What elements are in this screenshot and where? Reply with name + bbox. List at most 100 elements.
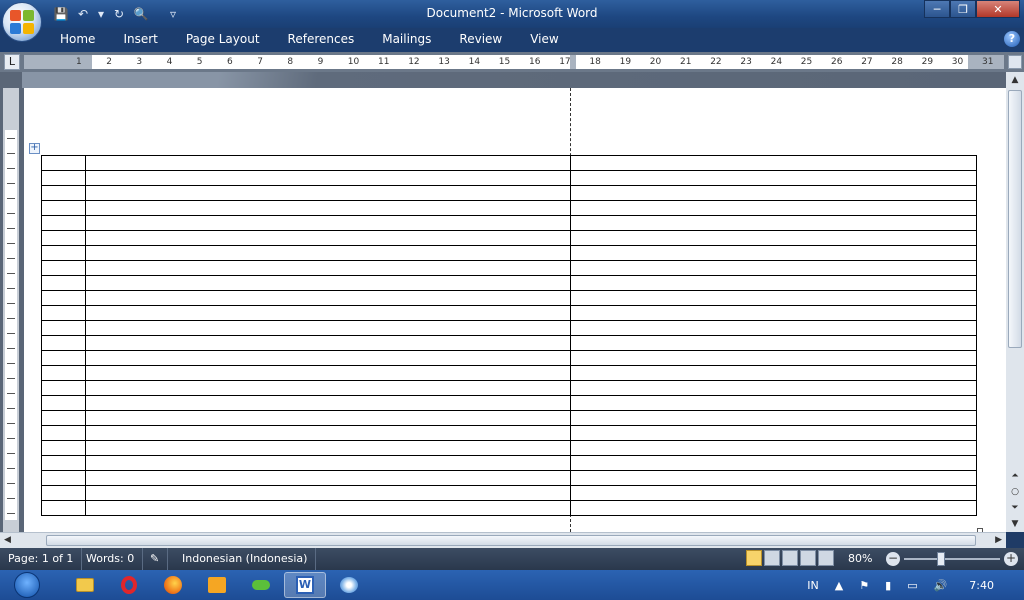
table-cell[interactable]	[570, 350, 977, 366]
media-player-icon[interactable]	[196, 572, 238, 598]
scroll-left-icon[interactable]: ◀	[4, 535, 11, 545]
table-cell[interactable]	[570, 320, 977, 336]
language-indicator[interactable]: Indonesian (Indonesia)	[174, 548, 317, 570]
table-cell[interactable]	[41, 395, 86, 411]
table-cell[interactable]	[85, 485, 571, 501]
close-button[interactable]: ✕	[976, 0, 1020, 18]
paint-icon[interactable]	[328, 572, 370, 598]
firefox-icon[interactable]	[152, 572, 194, 598]
print-layout-view-button[interactable]	[746, 550, 762, 566]
table-cell[interactable]	[85, 200, 571, 216]
table-cell[interactable]	[570, 395, 977, 411]
document-table[interactable]	[41, 155, 977, 516]
table-cell[interactable]	[570, 470, 977, 486]
table-cell[interactable]	[41, 380, 86, 396]
zoom-level[interactable]: 80%	[848, 548, 872, 570]
minimize-button[interactable]: ─	[924, 0, 950, 18]
zoom-in-button[interactable]: +	[1004, 552, 1018, 566]
table-cell[interactable]	[41, 485, 86, 501]
table-cell[interactable]	[85, 155, 571, 171]
clock[interactable]: 7:40	[955, 579, 1024, 592]
table-cell[interactable]	[570, 275, 977, 291]
tab-home[interactable]: Home	[46, 28, 109, 52]
table-cell[interactable]	[41, 185, 86, 201]
table-cell[interactable]	[570, 185, 977, 201]
table-cell[interactable]	[85, 440, 571, 456]
tab-review[interactable]: Review	[445, 28, 516, 52]
scroll-right-icon[interactable]: ▶	[995, 535, 1002, 545]
zoom-slider-thumb[interactable]	[937, 552, 946, 566]
table-cell[interactable]	[85, 290, 571, 306]
table-cell[interactable]	[85, 365, 571, 381]
table-cell[interactable]	[85, 320, 571, 336]
tab-page-layout[interactable]: Page Layout	[172, 28, 274, 52]
table-cell[interactable]	[85, 245, 571, 261]
table-cell[interactable]	[570, 290, 977, 306]
tab-insert[interactable]: Insert	[109, 28, 171, 52]
table-cell[interactable]	[85, 500, 571, 516]
browse-object-icon[interactable]: ○	[1009, 486, 1021, 498]
help-button[interactable]: ?	[1004, 31, 1020, 47]
document-page[interactable]: +	[24, 88, 1006, 534]
action-center-flag-icon[interactable]: ⚑	[851, 579, 877, 592]
network-status-icon[interactable]: ▭	[899, 579, 925, 592]
table-cell[interactable]	[41, 260, 86, 276]
table-cell[interactable]	[570, 440, 977, 456]
table-cell[interactable]	[41, 335, 86, 351]
table-cell[interactable]	[85, 425, 571, 441]
table-cell[interactable]	[85, 305, 571, 321]
table-cell[interactable]	[570, 485, 977, 501]
next-page-icon[interactable]: ⏷	[1009, 502, 1021, 514]
table-cell[interactable]	[41, 350, 86, 366]
horizontal-ruler[interactable]: 1 2 3 4 5 6 7 8 9 10 11 12 13 14 15 16 17 18 19 20 21 22 23 24 2…	[24, 55, 1004, 69]
tab-mailings[interactable]: Mailings	[368, 28, 445, 52]
vertical-scrollbar[interactable]: ▲ ⏶ ○ ⏷ ▼	[1006, 72, 1024, 532]
outline-view-button[interactable]	[800, 550, 816, 566]
table-cell[interactable]	[570, 245, 977, 261]
word-count[interactable]: Words: 0	[78, 548, 144, 570]
table-cell[interactable]	[570, 260, 977, 276]
table-move-handle-icon[interactable]: +	[29, 143, 40, 154]
maximize-button[interactable]: ❐	[950, 0, 976, 18]
table-cell[interactable]	[41, 305, 86, 321]
zoom-out-button[interactable]: −	[886, 552, 900, 566]
table-cell[interactable]	[41, 440, 86, 456]
table-cell[interactable]	[570, 425, 977, 441]
table-cell[interactable]	[85, 455, 571, 471]
volume-icon[interactable]: 🔊	[926, 579, 956, 592]
tab-references[interactable]: References	[274, 28, 369, 52]
table-cell[interactable]	[570, 455, 977, 471]
table-cell[interactable]	[41, 470, 86, 486]
table-cell[interactable]	[85, 230, 571, 246]
table-cell[interactable]	[570, 335, 977, 351]
draft-view-button[interactable]	[818, 550, 834, 566]
show-hidden-icons-icon[interactable]: ▲	[827, 579, 851, 592]
full-screen-reading-view-button[interactable]	[764, 550, 780, 566]
table-cell[interactable]	[85, 470, 571, 486]
network-icon[interactable]	[240, 572, 282, 598]
proofing-icon[interactable]: ✎	[142, 548, 169, 570]
table-cell[interactable]	[41, 365, 86, 381]
table-cell[interactable]	[570, 230, 977, 246]
table-cell[interactable]	[570, 410, 977, 426]
table-cell[interactable]	[85, 185, 571, 201]
table-cell[interactable]	[570, 500, 977, 516]
table-cell[interactable]	[85, 395, 571, 411]
office-button[interactable]	[2, 2, 42, 42]
table-cell[interactable]	[41, 425, 86, 441]
horizontal-scroll-thumb[interactable]	[46, 535, 976, 546]
table-cell[interactable]	[85, 380, 571, 396]
table-cell[interactable]	[570, 155, 977, 171]
table-cell[interactable]	[85, 275, 571, 291]
table-cell[interactable]	[41, 455, 86, 471]
horizontal-scrollbar[interactable]: ◀ ▶	[0, 532, 1006, 548]
opera-icon[interactable]	[108, 572, 150, 598]
zoom-slider-track[interactable]	[904, 558, 1000, 560]
table-cell[interactable]	[85, 350, 571, 366]
tab-view[interactable]: View	[516, 28, 572, 52]
table-cell[interactable]	[85, 410, 571, 426]
table-cell[interactable]	[85, 215, 571, 231]
explorer-icon[interactable]	[64, 572, 106, 598]
table-cell[interactable]	[41, 500, 86, 516]
scroll-down-icon[interactable]: ▼	[1009, 518, 1021, 530]
